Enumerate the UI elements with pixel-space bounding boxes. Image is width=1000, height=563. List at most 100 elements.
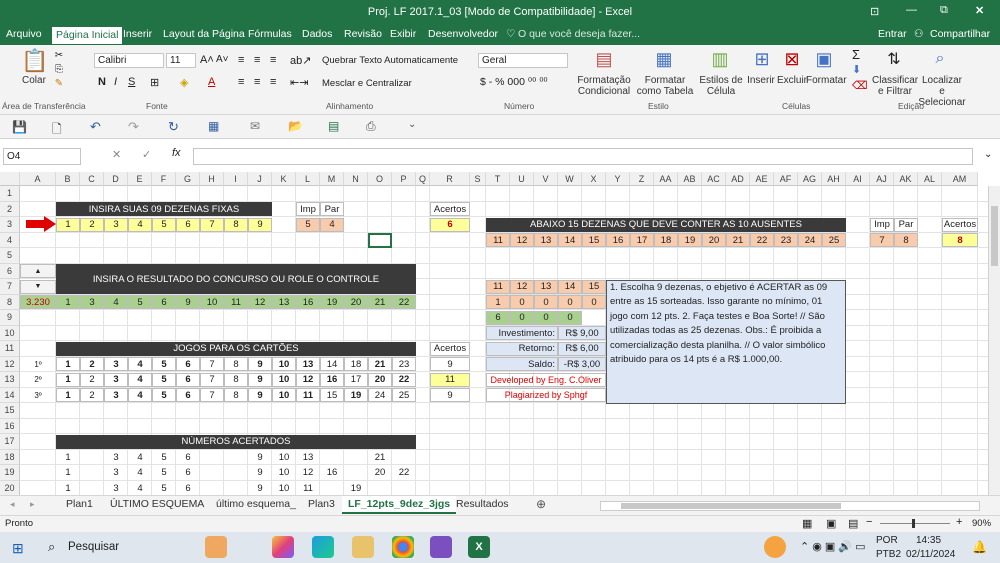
email-icon[interactable]: ✉ xyxy=(250,119,260,133)
paste-icon[interactable]: 📋 xyxy=(21,47,48,75)
copilot-icon[interactable] xyxy=(272,536,294,558)
format-painter-icon[interactable]: ✎ xyxy=(52,77,66,89)
column-header[interactable]: T xyxy=(486,172,510,186)
row-header[interactable]: 14 xyxy=(0,387,20,403)
column-header[interactable]: AD xyxy=(726,172,750,186)
column-header[interactable]: C xyxy=(80,172,104,186)
column-header[interactable]: D xyxy=(104,172,128,186)
game-number-cell[interactable]: 3 xyxy=(104,357,128,371)
absent-number-cell[interactable]: 24 xyxy=(798,233,822,247)
game-number-cell[interactable]: 4 xyxy=(128,372,152,387)
column-header[interactable]: L xyxy=(296,172,320,186)
saldo-value[interactable]: -R$ 3,00 xyxy=(558,357,606,371)
column-header[interactable]: K xyxy=(272,172,296,186)
game-number-cell[interactable]: 6 xyxy=(176,357,200,371)
game-number-cell[interactable]: 10 xyxy=(272,388,296,402)
hit-number-cell[interactable]: 4 xyxy=(128,466,152,480)
result-number-cell[interactable]: 19 xyxy=(320,295,344,309)
grow-font-icon[interactable]: A˄ xyxy=(200,54,214,66)
cell-styles-icon[interactable]: ▥ xyxy=(708,47,732,71)
tab-layout[interactable]: Layout da Página xyxy=(163,28,245,40)
absent-number-cell[interactable]: 21 xyxy=(726,233,750,247)
column-header[interactable]: Y xyxy=(606,172,630,186)
scroll-right-icon[interactable]: ▸ xyxy=(30,499,35,510)
close-button[interactable]: ✕ xyxy=(975,4,984,17)
save-icon[interactable]: 💾 xyxy=(12,120,27,134)
excel-taskbar-icon[interactable]: X xyxy=(468,536,490,558)
print-icon[interactable]: ⎙ xyxy=(366,119,376,134)
mini-row-cell[interactable]: 1 xyxy=(486,295,510,309)
merge-center-button[interactable]: Mesclar e Centralizar xyxy=(322,78,412,89)
align-left-icon[interactable]: ≡ xyxy=(238,76,244,88)
game-number-cell[interactable]: 23 xyxy=(392,357,416,371)
game-number-cell[interactable]: 7 xyxy=(200,357,224,371)
mini-row-cell[interactable]: 0 xyxy=(582,295,606,309)
mini-row2-cell[interactable]: 0 xyxy=(558,310,582,325)
row-header[interactable]: 15 xyxy=(0,403,20,419)
sign-in-link[interactable]: Entrar xyxy=(878,28,907,40)
tab-dados[interactable]: Dados xyxy=(302,28,332,40)
game-hits-value[interactable]: 11 xyxy=(430,372,470,387)
fixed-number-cell[interactable]: 7 xyxy=(200,217,224,232)
column-header[interactable]: U xyxy=(510,172,534,186)
column-header[interactable]: J xyxy=(248,172,272,186)
mini-head-cell[interactable]: 13 xyxy=(534,279,558,294)
borders-icon[interactable]: ⊞ xyxy=(150,76,159,89)
row-header[interactable]: 7 xyxy=(0,279,20,295)
insert-function-icon[interactable]: fx xyxy=(172,147,181,159)
calculator-icon[interactable]: ▦ xyxy=(208,119,219,133)
column-header[interactable]: AJ xyxy=(870,172,894,186)
row-header[interactable]: 1 xyxy=(0,186,20,202)
hits-title[interactable]: NÚMEROS ACERTADOS xyxy=(56,434,416,449)
mini-head-cell[interactable]: 12 xyxy=(510,279,534,294)
hit-number-cell[interactable]: 10 xyxy=(272,466,296,480)
weather-icon[interactable] xyxy=(764,536,786,558)
share-button[interactable]: Compartilhar xyxy=(930,28,990,40)
mini-row2-cell[interactable]: 6 xyxy=(486,310,510,325)
cut-icon[interactable]: ✂ xyxy=(52,49,66,61)
open-folder-icon[interactable]: 📂 xyxy=(288,119,303,133)
hit-number-cell[interactable]: 11 xyxy=(296,481,320,495)
result-number-cell[interactable]: 5 xyxy=(128,295,152,309)
ribbon-display-icon[interactable]: ⊡ xyxy=(870,5,879,18)
hit-number-cell[interactable]: 20 xyxy=(368,466,392,480)
absent-number-cell[interactable]: 19 xyxy=(678,233,702,247)
underline-icon[interactable]: S xyxy=(128,76,135,88)
game-number-cell[interactable]: 5 xyxy=(152,388,176,402)
row-header[interactable]: 11 xyxy=(0,341,20,357)
zoom-slider-thumb[interactable] xyxy=(912,519,915,528)
hit-number-cell[interactable]: 10 xyxy=(272,450,296,464)
indent-icon[interactable]: ⇤⇥ xyxy=(290,76,308,89)
game-number-cell[interactable]: 3 xyxy=(104,388,128,402)
saldo-label[interactable]: Saldo: xyxy=(486,357,558,371)
hit-number-cell[interactable]: 9 xyxy=(248,481,272,495)
game-number-cell[interactable]: 2 xyxy=(80,357,104,371)
absent-number-cell[interactable]: 17 xyxy=(630,233,654,247)
paste-button[interactable]: Colar xyxy=(22,75,46,86)
result-number-cell[interactable]: 6 xyxy=(152,295,176,309)
absent-number-cell[interactable]: 14 xyxy=(558,233,582,247)
row-header[interactable]: 13 xyxy=(0,372,20,388)
conditional-format-button[interactable]: Formatação Condicional xyxy=(576,75,632,97)
absent-number-cell[interactable]: 25 xyxy=(822,233,846,247)
cell-styles-button[interactable]: Estilos de Célula xyxy=(698,75,744,97)
mini-head-cell[interactable]: 11 xyxy=(486,279,510,294)
horizontal-scroll-thumb[interactable] xyxy=(621,503,841,509)
column-header[interactable]: V xyxy=(534,172,558,186)
acertos2-label[interactable]: Acertos xyxy=(942,217,978,232)
absent-number-cell[interactable]: 23 xyxy=(774,233,798,247)
conditional-format-icon[interactable]: ▤ xyxy=(592,47,616,71)
hit-number-cell[interactable]: 10 xyxy=(272,481,296,495)
developer-credit[interactable]: Developed by Eng. C.Oliver xyxy=(486,372,606,387)
row-header[interactable]: 2 xyxy=(0,201,20,217)
game-label[interactable]: 3º xyxy=(20,388,56,402)
result-number-cell[interactable]: 22 xyxy=(392,295,416,309)
game-number-cell[interactable]: 16 xyxy=(320,372,344,387)
absent-number-cell[interactable]: 22 xyxy=(750,233,774,247)
game-number-cell[interactable]: 20 xyxy=(368,372,392,387)
hit-number-cell[interactable]: 19 xyxy=(344,481,368,495)
result-number-cell[interactable]: 12 xyxy=(248,295,272,309)
sheet-tab[interactable]: Plan3 xyxy=(302,498,341,510)
row-header[interactable]: 8 xyxy=(0,294,20,310)
absent-number-cell[interactable]: 20 xyxy=(702,233,726,247)
